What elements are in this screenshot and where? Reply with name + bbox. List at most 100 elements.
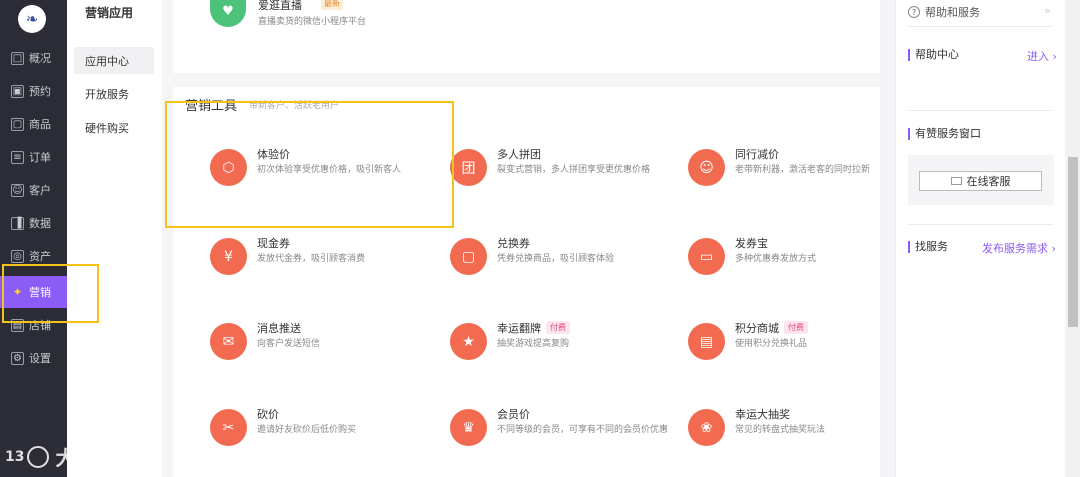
top-app-card[interactable]: ♥ 爱逛直播 最新 直播卖货的微信小程序平台 — [173, 0, 880, 73]
publish-service-link[interactable]: 发布服务需求 › — [982, 240, 1056, 256]
card-flip-icon: ★ — [450, 323, 487, 360]
tool-points-mall[interactable]: ▤ 积分商城 付费 使用积分兑换礼品 — [688, 321, 913, 383]
tool-name: 积分商城 — [735, 322, 779, 335]
watermark-logo-icon — [27, 445, 50, 468]
help-label: 帮助和服务 — [925, 6, 980, 19]
tool-desc: 多种优惠券发放方式 — [735, 254, 817, 264]
tool-exchange-coupon[interactable]: ▢ 兑换券 凭券兑换商品，吸引顾客体验 — [450, 237, 675, 298]
bag-icon: ▢ — [11, 117, 24, 131]
secondary-sidebar: 营销应用 应用中心 开放服务 硬件购买 — [67, 0, 162, 477]
tool-peer-discount[interactable]: ☺ 同行减价 老带新利器，激活老客的同时拉新 — [688, 148, 913, 209]
nav-item-products[interactable]: ▢ 商品 — [0, 108, 67, 140]
group-icon: 团 — [450, 149, 487, 186]
tool-name: 兑换券 — [497, 237, 530, 250]
nav-label: 设置 — [29, 352, 51, 365]
nav-item-orders[interactable]: ≡ 订单 — [0, 141, 67, 173]
order-icon: ≡ — [11, 150, 24, 164]
settings-icon: ⚙ — [11, 351, 24, 365]
nav-item-settings[interactable]: ⚙ 设置 — [0, 342, 67, 374]
divider — [908, 224, 1053, 225]
nav-label: 数据 — [29, 217, 51, 230]
nav-item-customers[interactable]: ☺ 客户 — [0, 174, 67, 206]
tool-coupon-dispenser[interactable]: ▭ 发券宝 多种优惠券发放方式 — [688, 237, 913, 298]
watermark-number: 13 — [5, 448, 25, 465]
tool-desc: 老带新利器，激活老客的同时拉新 — [735, 165, 871, 175]
tool-group-buy[interactable]: 团 多人拼团 裂变式营销，多人拼团享受更优惠价格 — [450, 148, 675, 209]
scrollbar-thumb[interactable] — [1068, 157, 1078, 327]
highlight-box-marketing — [2, 264, 99, 323]
subnav-item-open-services[interactable]: 开放服务 — [74, 80, 154, 107]
enter-link[interactable]: 进入 › — [1027, 48, 1057, 64]
tool-name: 同行减价 — [735, 148, 779, 161]
nav-label: 概况 — [29, 52, 51, 65]
main-sidebar: ❧ □ 概况 ▣ 预约 ▢ 商品 ≡ 订单 ☺ 客户 ▐ 数据 ◎ 资产 ✦ 营… — [0, 0, 67, 477]
help-center-heading: 帮助中心 — [908, 49, 959, 61]
online-service-button[interactable]: 在线客服 — [919, 171, 1042, 191]
wheel-icon: ❀ — [688, 409, 725, 446]
divider — [908, 26, 1053, 27]
highlight-box-trial-price — [165, 101, 454, 228]
subnav-title: 营销应用 — [85, 6, 134, 20]
watermark-text: 大数跨境 — [55, 446, 136, 470]
tool-desc: 向客户发送短信 — [257, 339, 321, 349]
watermark: 13 大数跨境 — [5, 442, 135, 471]
tool-lucky-flip[interactable]: ★ 幸运翻牌 付费 抽奖游戏提高复购 — [450, 321, 675, 383]
ticket-icon: ▭ — [688, 238, 725, 275]
calendar-icon: ▣ — [11, 84, 24, 98]
coupon-icon: ¥ — [210, 238, 247, 275]
service-window-heading: 有赞服务窗口 — [908, 128, 981, 140]
tool-name: 幸运翻牌 — [497, 322, 541, 335]
nav-item-data[interactable]: ▐ 数据 — [0, 207, 67, 239]
subnav-item-hardware[interactable]: 硬件购买 — [74, 114, 154, 141]
exchange-icon: ▢ — [450, 238, 487, 275]
tool-desc: 不同等级的会员，可享有不同的会员价优惠 — [497, 425, 669, 435]
tool-cash-coupon[interactable]: ¥ 现金券 发放代金券，吸引顾客消费 — [210, 237, 435, 298]
help-and-services[interactable]: ? 帮助和服务 — [908, 4, 980, 20]
nav-label: 商品 — [29, 118, 51, 131]
friends-icon: ☺ — [688, 149, 725, 186]
tool-desc: 发放代金券，吸引顾客消费 — [257, 254, 366, 264]
tool-name: 会员价 — [497, 408, 530, 421]
tool-desc: 抽奖游戏提高复购 — [497, 339, 570, 349]
nav-item-booking[interactable]: ▣ 预约 — [0, 75, 67, 107]
top-app-desc: 直播卖货的微信小程序平台 — [258, 17, 367, 27]
chat-icon — [950, 177, 962, 185]
find-service-heading: 找服务 — [908, 241, 948, 253]
tool-name: 多人拼团 — [497, 148, 541, 161]
tool-name: 消息推送 — [257, 322, 301, 335]
collapse-icon[interactable]: » — [1044, 4, 1051, 17]
top-app-name: 爱逛直播 — [258, 0, 302, 12]
crown-icon: ♛ — [450, 409, 487, 446]
tool-bargain[interactable]: ✂ 砍价 邀请好友砍价后低价购买 — [210, 408, 435, 469]
nav-label: 客户 — [29, 184, 51, 197]
service-box: 在线客服 — [908, 155, 1054, 205]
tool-desc: 凭券兑换商品，吸引顾客体验 — [497, 254, 615, 264]
online-service-label: 在线客服 — [966, 175, 1011, 188]
divider — [908, 110, 1053, 111]
message-icon: ✉ — [210, 323, 247, 360]
nav-item-overview[interactable]: □ 概况 — [0, 42, 67, 74]
coins-icon: ▤ — [688, 323, 725, 360]
right-panel: ? 帮助和服务 » 帮助中心 进入 › 有赞服务窗口 在线客服 找服务 发布服务… — [895, 0, 1065, 477]
tool-desc: 邀请好友砍价后低价购买 — [257, 425, 357, 435]
paid-badge: 付费 — [784, 321, 808, 334]
bargain-icon: ✂ — [210, 409, 247, 446]
asset-icon: ◎ — [11, 249, 24, 263]
tool-name: 现金券 — [257, 237, 290, 250]
app-logo[interactable]: ❧ — [18, 5, 46, 33]
nav-label: 订单 — [29, 151, 51, 164]
tool-member-price[interactable]: ♛ 会员价 不同等级的会员，可享有不同的会员价优惠 — [450, 408, 675, 469]
tool-message-push[interactable]: ✉ 消息推送 向客户发送短信 — [210, 322, 435, 383]
tool-desc: 常见的转盘式抽奖玩法 — [735, 425, 826, 435]
tool-desc: 使用积分兑换礼品 — [735, 339, 808, 349]
paid-badge: 付费 — [546, 321, 570, 334]
live-app-icon: ♥ — [210, 0, 246, 27]
question-icon: ? — [908, 6, 920, 18]
new-badge: 最新 — [321, 0, 343, 10]
user-icon: ☺ — [11, 183, 24, 197]
subnav-item-app-center[interactable]: 应用中心 — [74, 47, 154, 74]
monitor-icon: □ — [11, 51, 24, 65]
tool-lucky-draw[interactable]: ❀ 幸运大抽奖 常见的转盘式抽奖玩法 — [688, 408, 913, 469]
chart-icon: ▐ — [11, 216, 24, 230]
tool-name: 幸运大抽奖 — [735, 408, 790, 421]
